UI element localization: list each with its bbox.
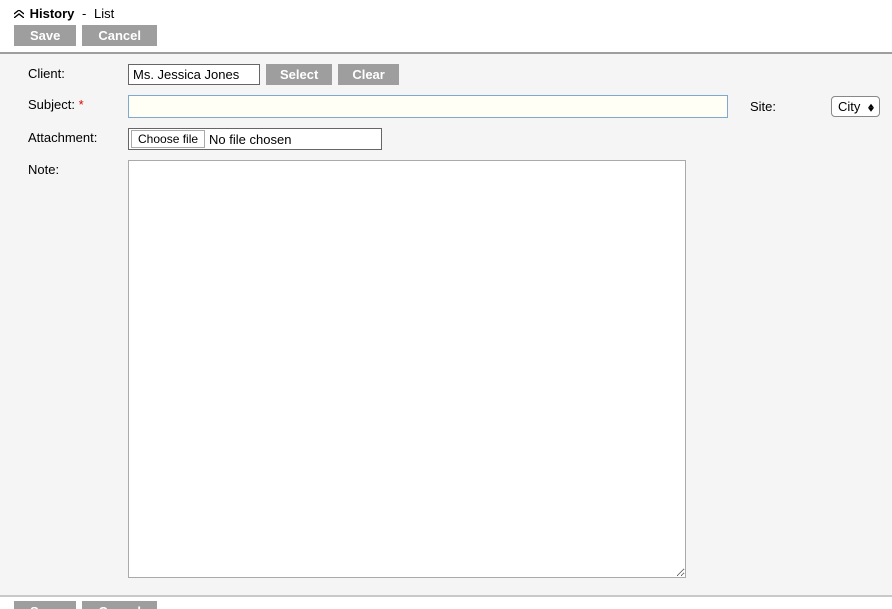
subject-label-text: Subject: <box>28 97 75 112</box>
save-button[interactable]: Save <box>14 25 76 46</box>
clear-button[interactable]: Clear <box>338 64 399 85</box>
subject-row: Site: City <box>128 95 880 118</box>
note-label: Note: <box>12 160 122 177</box>
breadcrumb-separator: - <box>82 6 86 21</box>
top-toolbar: Save Cancel <box>0 25 892 52</box>
subject-label: Subject: * <box>12 95 122 112</box>
required-mark: * <box>79 97 84 112</box>
breadcrumb: History - List <box>0 0 892 25</box>
select-button[interactable]: Select <box>266 64 332 85</box>
attachment-row: Choose file No file chosen <box>128 128 880 150</box>
site-select[interactable]: City <box>831 96 880 117</box>
cancel-button-bottom[interactable]: Cancel <box>82 601 157 609</box>
site-select-wrap: City <box>831 96 880 117</box>
cancel-button[interactable]: Cancel <box>82 25 157 46</box>
breadcrumb-list[interactable]: List <box>94 6 114 21</box>
file-input[interactable]: Choose file No file chosen <box>128 128 382 150</box>
client-label: Client: <box>12 64 122 81</box>
note-row <box>128 160 880 581</box>
site-label: Site: <box>750 99 776 114</box>
file-status-text: No file chosen <box>209 132 291 147</box>
client-input[interactable] <box>128 64 260 85</box>
attachment-label: Attachment: <box>12 128 122 145</box>
save-button-bottom[interactable]: Save <box>14 601 76 609</box>
subject-input[interactable] <box>128 95 728 118</box>
form-area: Client: Select Clear Subject: * Site: Ci… <box>0 54 892 595</box>
breadcrumb-history[interactable]: History <box>30 6 75 21</box>
client-row: Select Clear <box>128 64 880 85</box>
note-textarea[interactable] <box>128 160 686 578</box>
choose-file-button[interactable]: Choose file <box>131 130 205 148</box>
collapse-icon[interactable] <box>14 9 24 21</box>
bottom-toolbar: Save Cancel <box>0 597 892 609</box>
